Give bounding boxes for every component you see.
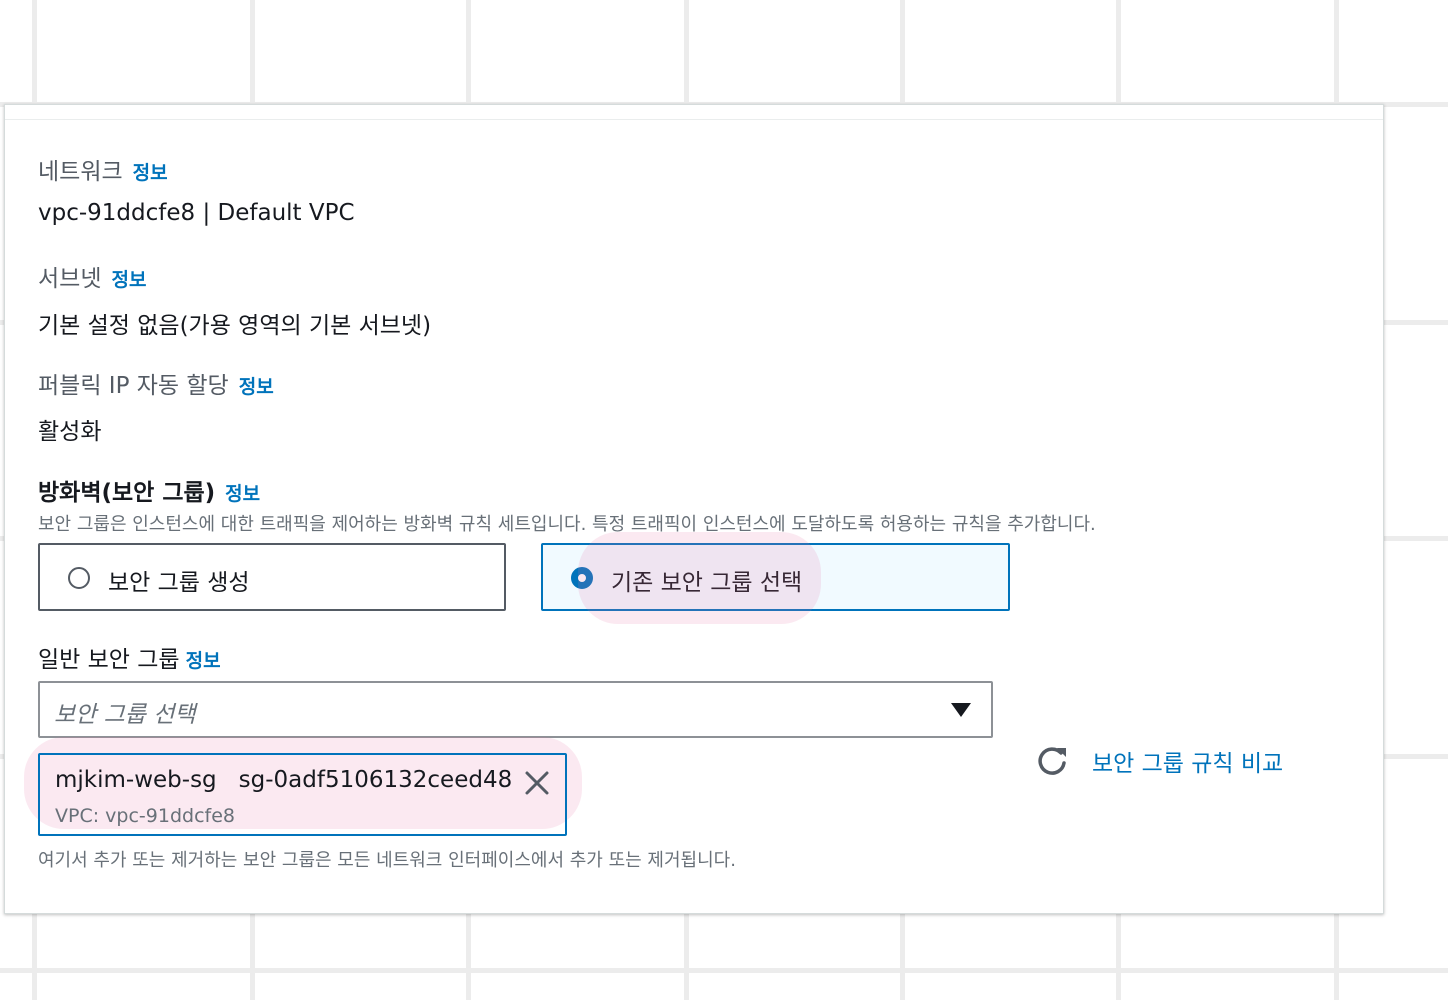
security-group-select[interactable]: 보안 그룹 선택 bbox=[38, 681, 993, 738]
firewall-heading: 방화벽(보안 그룹) bbox=[38, 480, 216, 506]
panel-divider bbox=[5, 119, 1383, 120]
network-info-link[interactable]: 정보 bbox=[133, 162, 168, 184]
common-sg-field-header: 일반 보안 그룹 정보 bbox=[38, 640, 221, 674]
public-ip-info-link[interactable]: 정보 bbox=[239, 376, 274, 398]
network-value: vpc-91ddcfe8 | Default VPC bbox=[38, 200, 355, 226]
highlight-mark bbox=[578, 532, 821, 624]
network-field-header: 네트워크 정보 bbox=[38, 152, 168, 186]
token-title: mjkim-web-sg sg-0adf5106132ceed48 bbox=[55, 767, 512, 793]
sg-footer-note: 여기서 추가 또는 제거하는 보안 그룹은 모든 네트워크 인터페이스에서 추가… bbox=[38, 850, 736, 871]
public-ip-value: 활성화 bbox=[38, 419, 102, 445]
radio-create-security-group[interactable]: 보안 그룹 생성 bbox=[38, 543, 506, 611]
subnet-field-header: 서브넷 정보 bbox=[38, 259, 146, 293]
firewall-field-header: 방화벽(보안 그룹) 정보 bbox=[38, 473, 260, 507]
caret-down-icon bbox=[951, 703, 971, 717]
subnet-value: 기본 설정 없음(가용 영역의 기본 서브넷) bbox=[38, 313, 432, 339]
token-sg-name: mjkim-web-sg bbox=[55, 767, 217, 793]
token-sg-id: sg-0adf5106132ceed48 bbox=[238, 767, 513, 793]
common-sg-label: 일반 보안 그룹 bbox=[38, 647, 180, 673]
radio-unselected-icon bbox=[68, 567, 90, 589]
selected-security-group-token: mjkim-web-sg sg-0adf5106132ceed48 VPC: vp… bbox=[38, 753, 567, 836]
close-icon[interactable] bbox=[523, 769, 551, 797]
network-label: 네트워크 bbox=[38, 159, 123, 185]
refresh-icon[interactable] bbox=[1034, 743, 1070, 779]
subnet-info-link[interactable]: 정보 bbox=[111, 269, 146, 291]
common-sg-info-link[interactable]: 정보 bbox=[186, 650, 221, 672]
subnet-label: 서브넷 bbox=[38, 266, 102, 292]
public-ip-label: 퍼블릭 IP 자동 할당 bbox=[38, 373, 229, 399]
radio-create-label: 보안 그룹 생성 bbox=[108, 570, 250, 596]
compare-sg-rules-link[interactable]: 보안 그룹 규칙 비교 bbox=[1092, 744, 1283, 778]
token-vpc: VPC: vpc-91ddcfe8 bbox=[55, 805, 235, 827]
firewall-info-link[interactable]: 정보 bbox=[225, 483, 260, 505]
public-ip-field-header: 퍼블릭 IP 자동 할당 정보 bbox=[38, 366, 274, 400]
select-placeholder: 보안 그룹 선택 bbox=[54, 702, 196, 728]
firewall-description: 보안 그룹은 인스턴스에 대한 트래픽을 제어하는 방화벽 규칙 세트입니다. … bbox=[38, 514, 1096, 535]
